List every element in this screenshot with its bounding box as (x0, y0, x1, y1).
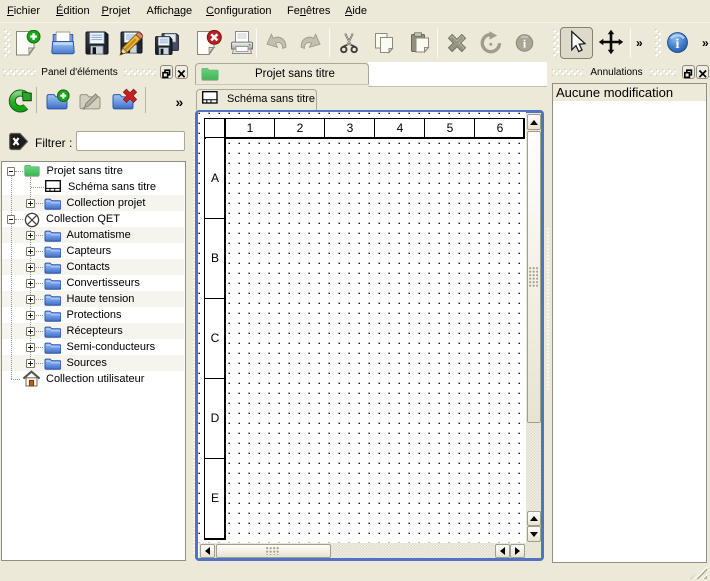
svg-text:i: i (676, 37, 680, 52)
